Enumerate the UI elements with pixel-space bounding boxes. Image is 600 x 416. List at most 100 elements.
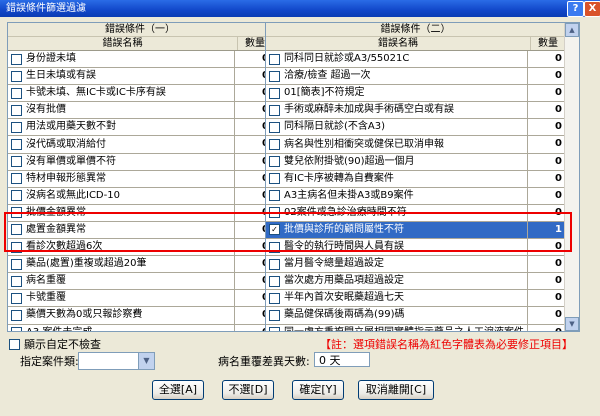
error-name-cell: 同一處方重複開立屬相同實體指示藥品之人工淚液案件 (266, 324, 528, 331)
error-list-right: 錯誤條件（二） 錯誤名稱 數量 同科同日就診或A3/55021C 0 洽療/檢查 超… (265, 22, 580, 332)
left-error-row[interactable]: 生日未填或有誤0 (8, 68, 272, 86)
error-count-cell: 0 (555, 87, 562, 99)
right-scrollbar[interactable]: ▲ ▼ (564, 23, 579, 331)
close-button[interactable]: X (584, 1, 600, 17)
error-name-cell: 手術或麻醉未加成與手術碼空白或有誤 (266, 102, 528, 119)
right-col-count[interactable]: 數量 (531, 37, 565, 50)
scroll-up-arrow-icon[interactable]: ▲ (565, 23, 579, 37)
row-checkbox[interactable] (269, 258, 280, 270)
row-checkbox[interactable] (269, 53, 280, 65)
left-error-row[interactable]: 沒病名或無此ICD-100 (8, 187, 272, 205)
error-name-label: 同科隔日就診(不含A3) (284, 121, 386, 133)
show-no-check-option[interactable]: 顯示自定不檢查 (9, 336, 101, 352)
error-name-label: 用法或用藥天數不對 (26, 121, 116, 133)
row-checkbox[interactable] (269, 292, 280, 304)
left-error-row[interactable]: 沒有批價0 (8, 102, 272, 120)
scroll-down-arrow-icon[interactable]: ▼ (565, 317, 579, 331)
row-checkbox[interactable] (11, 258, 22, 270)
row-checkbox[interactable] (11, 275, 22, 287)
show-no-check-checkbox[interactable] (9, 338, 20, 350)
error-count-cell: 0 (555, 309, 562, 321)
row-checkbox[interactable] (11, 70, 22, 82)
row-checkbox[interactable] (11, 327, 22, 331)
cancel-button[interactable]: 取消離開[C] (358, 380, 434, 400)
row-checkbox[interactable] (269, 139, 280, 151)
error-name-cell: 卡號未填、無IC卡或IC卡序有誤 (8, 85, 235, 102)
right-error-row[interactable]: 同科隔日就診(不含A3) 0 (266, 119, 565, 137)
row-checkbox[interactable] (269, 309, 280, 321)
row-checkbox[interactable] (11, 139, 22, 151)
right-error-row[interactable]: 當次處方用藥品項超過設定 0 (266, 273, 565, 291)
left-error-row[interactable]: 藥價天數為0或只報診察費0 (8, 307, 272, 325)
right-error-row[interactable]: 同一處方重複開立屬相同實體指示藥品之人工淚液案件 0 (266, 324, 565, 331)
error-name-label: 病名重覆 (26, 275, 66, 287)
right-error-row[interactable]: A3主病名但未掛A3或B9案件 0 (266, 187, 565, 205)
error-name-label: 藥品健保碼後兩碼為(99)碼 (284, 309, 405, 321)
error-count-cell: 0 (555, 70, 562, 82)
error-name-label: 01[簡表]不符規定 (284, 87, 365, 99)
right-error-row[interactable]: 01[簡表]不符規定 0 (266, 85, 565, 103)
error-name-label: 同科同日就診或A3/55021C (284, 53, 410, 65)
row-checkbox[interactable] (11, 173, 22, 185)
right-error-row[interactable]: 雙兒依附掛號(90)超過一個月 0 (266, 153, 565, 171)
select-all-button[interactable]: 全選[A] (152, 380, 204, 400)
right-error-row[interactable]: 有IC卡序被轉為自費案件 0 (266, 170, 565, 188)
left-col-name[interactable]: 錯誤名稱 (8, 37, 238, 50)
right-error-row[interactable]: 藥品健保碼後兩碼為(99)碼 0 (266, 307, 565, 325)
row-checkbox[interactable] (269, 121, 280, 133)
error-name-cell: 用法或用藥天數不對 (8, 119, 235, 136)
error-name-cell: 當次處方用藥品項超過設定 (266, 273, 528, 290)
right-error-row[interactable]: 當月醫令總量超過設定 0 (266, 256, 565, 274)
right-error-row[interactable]: 同科同日就診或A3/55021C 0 (266, 51, 565, 69)
select-none-button[interactable]: 不選[D] (222, 380, 274, 400)
case-type-label: 指定案件類: (20, 355, 79, 368)
error-name-cell: 當月醫令總量超過設定 (266, 256, 528, 273)
highlight-box (4, 212, 572, 252)
left-error-row[interactable]: 沒代碼或取消給付0 (8, 136, 272, 154)
row-checkbox[interactable] (269, 70, 280, 82)
error-name-cell: A3 案件未完成 (8, 324, 235, 331)
right-error-row[interactable]: 病名與性別相衝突或健保已取消申報 0 (266, 136, 565, 154)
chevron-down-icon[interactable]: ▼ (138, 353, 154, 369)
left-error-row[interactable]: 特材申報形態異常0 (8, 170, 272, 188)
row-checkbox[interactable] (269, 327, 280, 331)
left-error-row[interactable]: 身份證未填0 (8, 51, 272, 69)
error-name-label: 沒有批價 (26, 104, 66, 116)
right-error-row[interactable]: 手術或麻醉未加成與手術碼空白或有誤 0 (266, 102, 565, 120)
row-checkbox[interactable] (269, 173, 280, 185)
row-checkbox[interactable] (11, 190, 22, 202)
left-error-row[interactable]: 卡號未填、無IC卡或IC卡序有誤0 (8, 85, 272, 103)
error-name-cell: 洽療/檢查 超過一次 (266, 68, 528, 85)
left-error-row[interactable]: A3 案件未完成0 (8, 324, 272, 331)
row-checkbox[interactable] (11, 87, 22, 99)
error-count-cell: 0 (555, 121, 562, 133)
right-col-name[interactable]: 錯誤名稱 (266, 37, 531, 50)
row-checkbox[interactable] (11, 53, 22, 65)
help-button[interactable]: ? (567, 1, 584, 17)
right-error-row[interactable]: 洽療/檢查 超過一次 0 (266, 68, 565, 86)
left-error-row[interactable]: 用法或用藥天數不對0 (8, 119, 272, 137)
row-checkbox[interactable] (269, 275, 280, 287)
ok-button[interactable]: 確定[Y] (292, 380, 344, 400)
row-checkbox[interactable] (11, 104, 22, 116)
error-name-label: 生日未填或有誤 (26, 70, 96, 82)
row-checkbox[interactable] (269, 190, 280, 202)
diff-days-input[interactable]: 0 天 (314, 352, 370, 367)
case-type-select[interactable]: ▼ (78, 352, 155, 370)
row-checkbox[interactable] (269, 104, 280, 116)
left-error-row[interactable]: 沒有單價或單價不符0 (8, 153, 272, 171)
row-checkbox[interactable] (269, 156, 280, 168)
row-checkbox[interactable] (11, 121, 22, 133)
row-checkbox[interactable] (11, 156, 22, 168)
row-checkbox[interactable] (269, 87, 280, 99)
row-checkbox[interactable] (11, 292, 22, 304)
left-error-row[interactable]: 藥品(處置)重複或超過20筆0 (8, 256, 272, 274)
left-error-row[interactable]: 卡號重覆0 (8, 290, 272, 308)
row-checkbox[interactable] (11, 309, 22, 321)
error-name-label: 當次處方用藥品項超過設定 (284, 275, 404, 287)
error-name-cell: 特材申報形態異常 (8, 170, 235, 187)
error-name-cell: 半年內首次安眠藥超過七天 (266, 290, 528, 307)
right-error-row[interactable]: 半年內首次安眠藥超過七天 0 (266, 290, 565, 308)
error-name-cell: 同科隔日就診(不含A3) (266, 119, 528, 136)
left-error-row[interactable]: 病名重覆0 (8, 273, 272, 291)
